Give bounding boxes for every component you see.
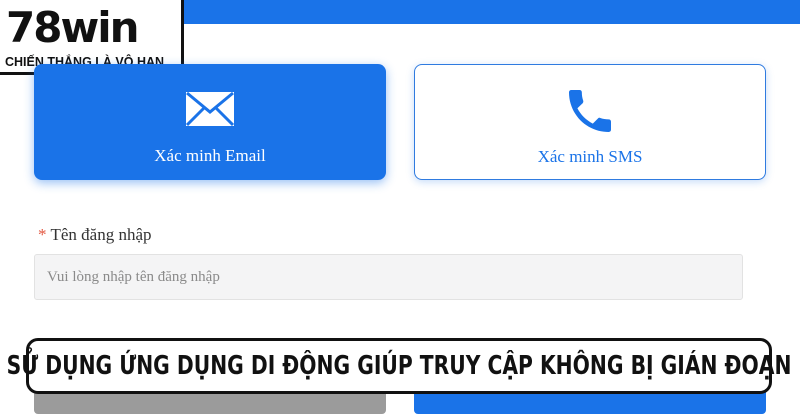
username-label-text: Tên đăng nhập	[50, 225, 152, 244]
logo-wordmark: 78win	[6, 3, 140, 52]
verify-sms-label: Xác minh SMS	[537, 147, 643, 166]
verify-email-label: Xác minh Email	[154, 146, 266, 165]
required-asterisk: *	[38, 225, 47, 244]
username-field-label: * Tên đăng nhập	[38, 225, 152, 245]
verify-sms-option[interactable]: Xác minh SMS	[414, 64, 766, 180]
phone-icon	[562, 83, 618, 144]
envelope-icon	[184, 90, 236, 133]
promo-banner: SỬ DỤNG ỨNG DỤNG DI ĐỘNG GIÚP TRUY CẬP K…	[7, 338, 791, 394]
username-input[interactable]	[34, 254, 743, 300]
promo-banner-text: SỬ DỤNG ỨNG DỤNG DI ĐỘNG GIÚP TRUY CẬP K…	[6, 351, 792, 381]
verify-email-option[interactable]: Xác minh Email	[34, 64, 386, 180]
